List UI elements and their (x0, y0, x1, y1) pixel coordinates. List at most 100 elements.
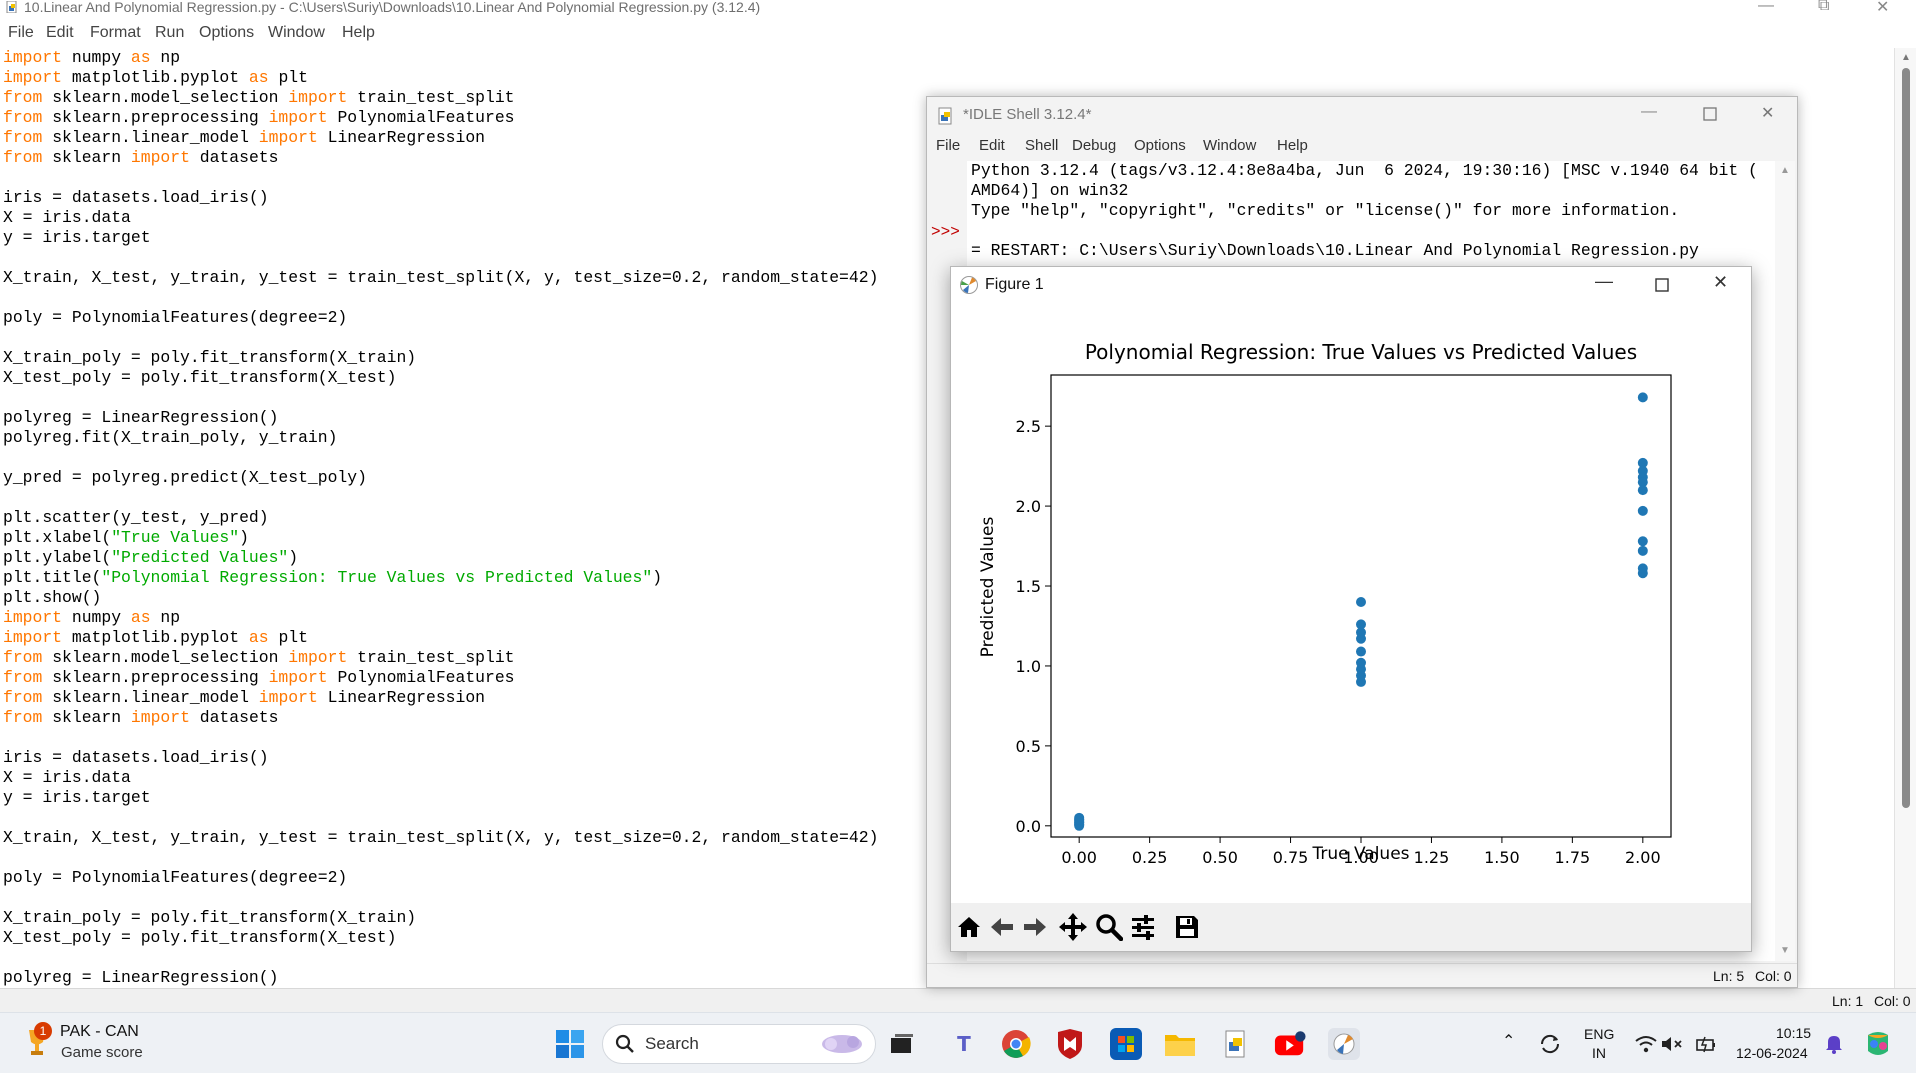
figure-maximize-button[interactable] (1655, 278, 1669, 292)
pan-icon[interactable] (1057, 911, 1089, 943)
battery-icon[interactable] (1690, 1028, 1722, 1060)
code-line[interactable]: from sklearn.preprocessing import Polyno… (3, 108, 515, 127)
windows-start-icon[interactable] (554, 1028, 586, 1060)
code-token: y = iris.target (3, 788, 151, 807)
code-line[interactable]: plt.title("Polynomial Regression: True V… (3, 568, 662, 587)
youtube-icon[interactable] (1274, 1028, 1306, 1060)
code-line[interactable]: X_train, X_test, y_train, y_test = train… (3, 268, 878, 287)
shell-scroll-up-icon[interactable]: ▲ (1780, 165, 1790, 176)
code-line[interactable]: import matplotlib.pyplot as plt (3, 628, 308, 647)
taskbar-search[interactable]: Search (602, 1024, 876, 1064)
back-arrow-icon[interactable] (986, 911, 1018, 943)
code-line[interactable]: import numpy as np (3, 48, 180, 67)
code-line[interactable]: X_train_poly = poly.fit_transform(X_trai… (3, 348, 416, 367)
editor-scrollbar[interactable]: ▲ (1894, 48, 1916, 988)
zoom-icon[interactable] (1093, 911, 1125, 943)
scroll-up-icon[interactable]: ▲ (1901, 52, 1911, 63)
menu-run[interactable]: Run (155, 24, 184, 42)
shell-menu-window[interactable]: Window (1203, 137, 1256, 154)
show-hidden-icons[interactable]: ⌃ (1502, 1031, 1515, 1051)
chrome-icon[interactable] (1000, 1028, 1032, 1060)
code-line[interactable]: polyreg.fit(X_train_poly, y_train) (3, 428, 337, 447)
code-line[interactable]: from sklearn import datasets (3, 148, 278, 167)
menu-edit[interactable]: Edit (46, 24, 74, 42)
code-line[interactable]: import matplotlib.pyplot as plt (3, 68, 308, 87)
file-explorer-icon[interactable] (1164, 1028, 1196, 1060)
code-line[interactable]: y = iris.target (3, 788, 151, 807)
shell-menu-shell[interactable]: Shell (1025, 137, 1058, 154)
shell-menu-options[interactable]: Options (1134, 137, 1186, 154)
volume-icon[interactable] (1656, 1028, 1688, 1060)
code-line[interactable]: X_test_poly = poly.fit_transform(X_test) (3, 368, 396, 387)
code-line[interactable]: import numpy as np (3, 608, 180, 627)
notification-bell-icon[interactable] (1818, 1028, 1850, 1060)
figure-canvas[interactable]: Polynomial Regression: True Values vs Pr… (951, 307, 1751, 887)
idle-editor-taskbar-icon[interactable] (1220, 1028, 1252, 1060)
taskbar: 1 PAK - CAN Game score Search T ⌃ ENG IN… (0, 1012, 1916, 1073)
code-line[interactable]: from sklearn.preprocessing import Polyno… (3, 668, 515, 687)
editor-scroll-thumb[interactable] (1902, 68, 1910, 808)
code-line[interactable]: from sklearn.linear_model import LinearR… (3, 128, 485, 147)
code-line[interactable]: polyreg = LinearRegression() (3, 968, 278, 987)
sync-icon[interactable] (1534, 1028, 1566, 1060)
teams-icon[interactable]: T (948, 1028, 980, 1060)
close-button[interactable]: ✕ (1876, 0, 1889, 17)
editor-line-number: Ln: 1 (1832, 993, 1864, 1009)
shell-output-text[interactable]: Python 3.12.4 (tags/v3.12.4:8e8a4ba, Jun… (967, 161, 1775, 261)
figure-window[interactable]: Figure 1 — ✕ Polynomial Regression: True… (950, 266, 1752, 952)
code-line[interactable]: from sklearn.linear_model import LinearR… (3, 688, 485, 707)
shell-minimize-button[interactable]: — (1641, 103, 1657, 121)
shell-menu-help[interactable]: Help (1277, 137, 1308, 154)
code-line[interactable]: polyreg = LinearRegression() (3, 408, 278, 427)
shell-menu-edit[interactable]: Edit (979, 137, 1005, 154)
code-line[interactable]: X_test_poly = poly.fit_transform(X_test) (3, 928, 396, 947)
menu-help[interactable]: Help (342, 24, 375, 42)
task-view-icon[interactable] (886, 1028, 918, 1060)
shell-scroll-down-icon[interactable]: ▼ (1780, 945, 1790, 956)
code-line[interactable]: iris = datasets.load_iris() (3, 188, 269, 207)
save-icon[interactable] (1171, 911, 1203, 943)
code-token: datasets (189, 148, 279, 167)
shell-maximize-button[interactable] (1703, 107, 1717, 121)
forward-arrow-icon[interactable] (1019, 911, 1051, 943)
code-line[interactable]: poly = PolynomialFeatures(degree=2) (3, 308, 347, 327)
store-icon[interactable] (1110, 1028, 1142, 1060)
configure-subplots-icon[interactable] (1127, 911, 1159, 943)
figure-minimize-button[interactable]: — (1595, 271, 1613, 292)
python-figure-taskbar-icon[interactable] (1328, 1028, 1360, 1060)
code-line[interactable]: plt.ylabel("Predicted Values") (3, 548, 298, 567)
maximize-button[interactable]: ⧉ (1818, 0, 1829, 15)
menu-window[interactable]: Window (268, 24, 325, 42)
home-icon[interactable] (953, 911, 985, 943)
code-line[interactable]: X = iris.data (3, 768, 131, 787)
language-region[interactable]: IN (1592, 1045, 1606, 1061)
code-line[interactable]: plt.show() (3, 588, 101, 607)
code-line[interactable]: poly = PolynomialFeatures(degree=2) (3, 868, 347, 887)
copilot-icon[interactable] (1862, 1028, 1894, 1060)
code-line[interactable]: from sklearn.model_selection import trai… (3, 648, 515, 667)
code-line[interactable]: y_pred = polyreg.predict(X_test_poly) (3, 468, 367, 487)
code-line[interactable]: X = iris.data (3, 208, 131, 227)
language-code[interactable]: ENG (1584, 1026, 1614, 1042)
shell-menu-file[interactable]: File (936, 137, 960, 154)
code-line[interactable]: iris = datasets.load_iris() (3, 748, 269, 767)
code-line[interactable]: plt.scatter(y_test, y_pred) (3, 508, 269, 527)
minimize-button[interactable]: — (1758, 0, 1774, 15)
shell-menu-debug[interactable]: Debug (1072, 137, 1116, 154)
code-line[interactable]: X_train, X_test, y_train, y_test = train… (3, 828, 878, 847)
figure-close-button[interactable]: ✕ (1713, 272, 1728, 293)
code-line[interactable]: X_train_poly = poly.fit_transform(X_trai… (3, 908, 416, 927)
clock-date[interactable]: 12-06-2024 (1736, 1045, 1808, 1061)
shell-close-button[interactable]: ✕ (1761, 103, 1774, 123)
code-line[interactable]: plt.xlabel("True Values") (3, 528, 249, 547)
code-line[interactable]: from sklearn import datasets (3, 708, 278, 727)
code-line[interactable]: y = iris.target (3, 228, 151, 247)
code-keyword: from (3, 648, 43, 667)
menu-file[interactable]: File (8, 24, 34, 42)
shell-scrollbar[interactable]: ▲ ▼ (1775, 161, 1795, 961)
mcafee-icon[interactable] (1054, 1028, 1086, 1060)
code-line[interactable]: from sklearn.model_selection import trai… (3, 88, 515, 107)
menu-format[interactable]: Format (90, 24, 141, 42)
menu-options[interactable]: Options (199, 24, 254, 42)
clock-time[interactable]: 10:15 (1776, 1025, 1811, 1041)
